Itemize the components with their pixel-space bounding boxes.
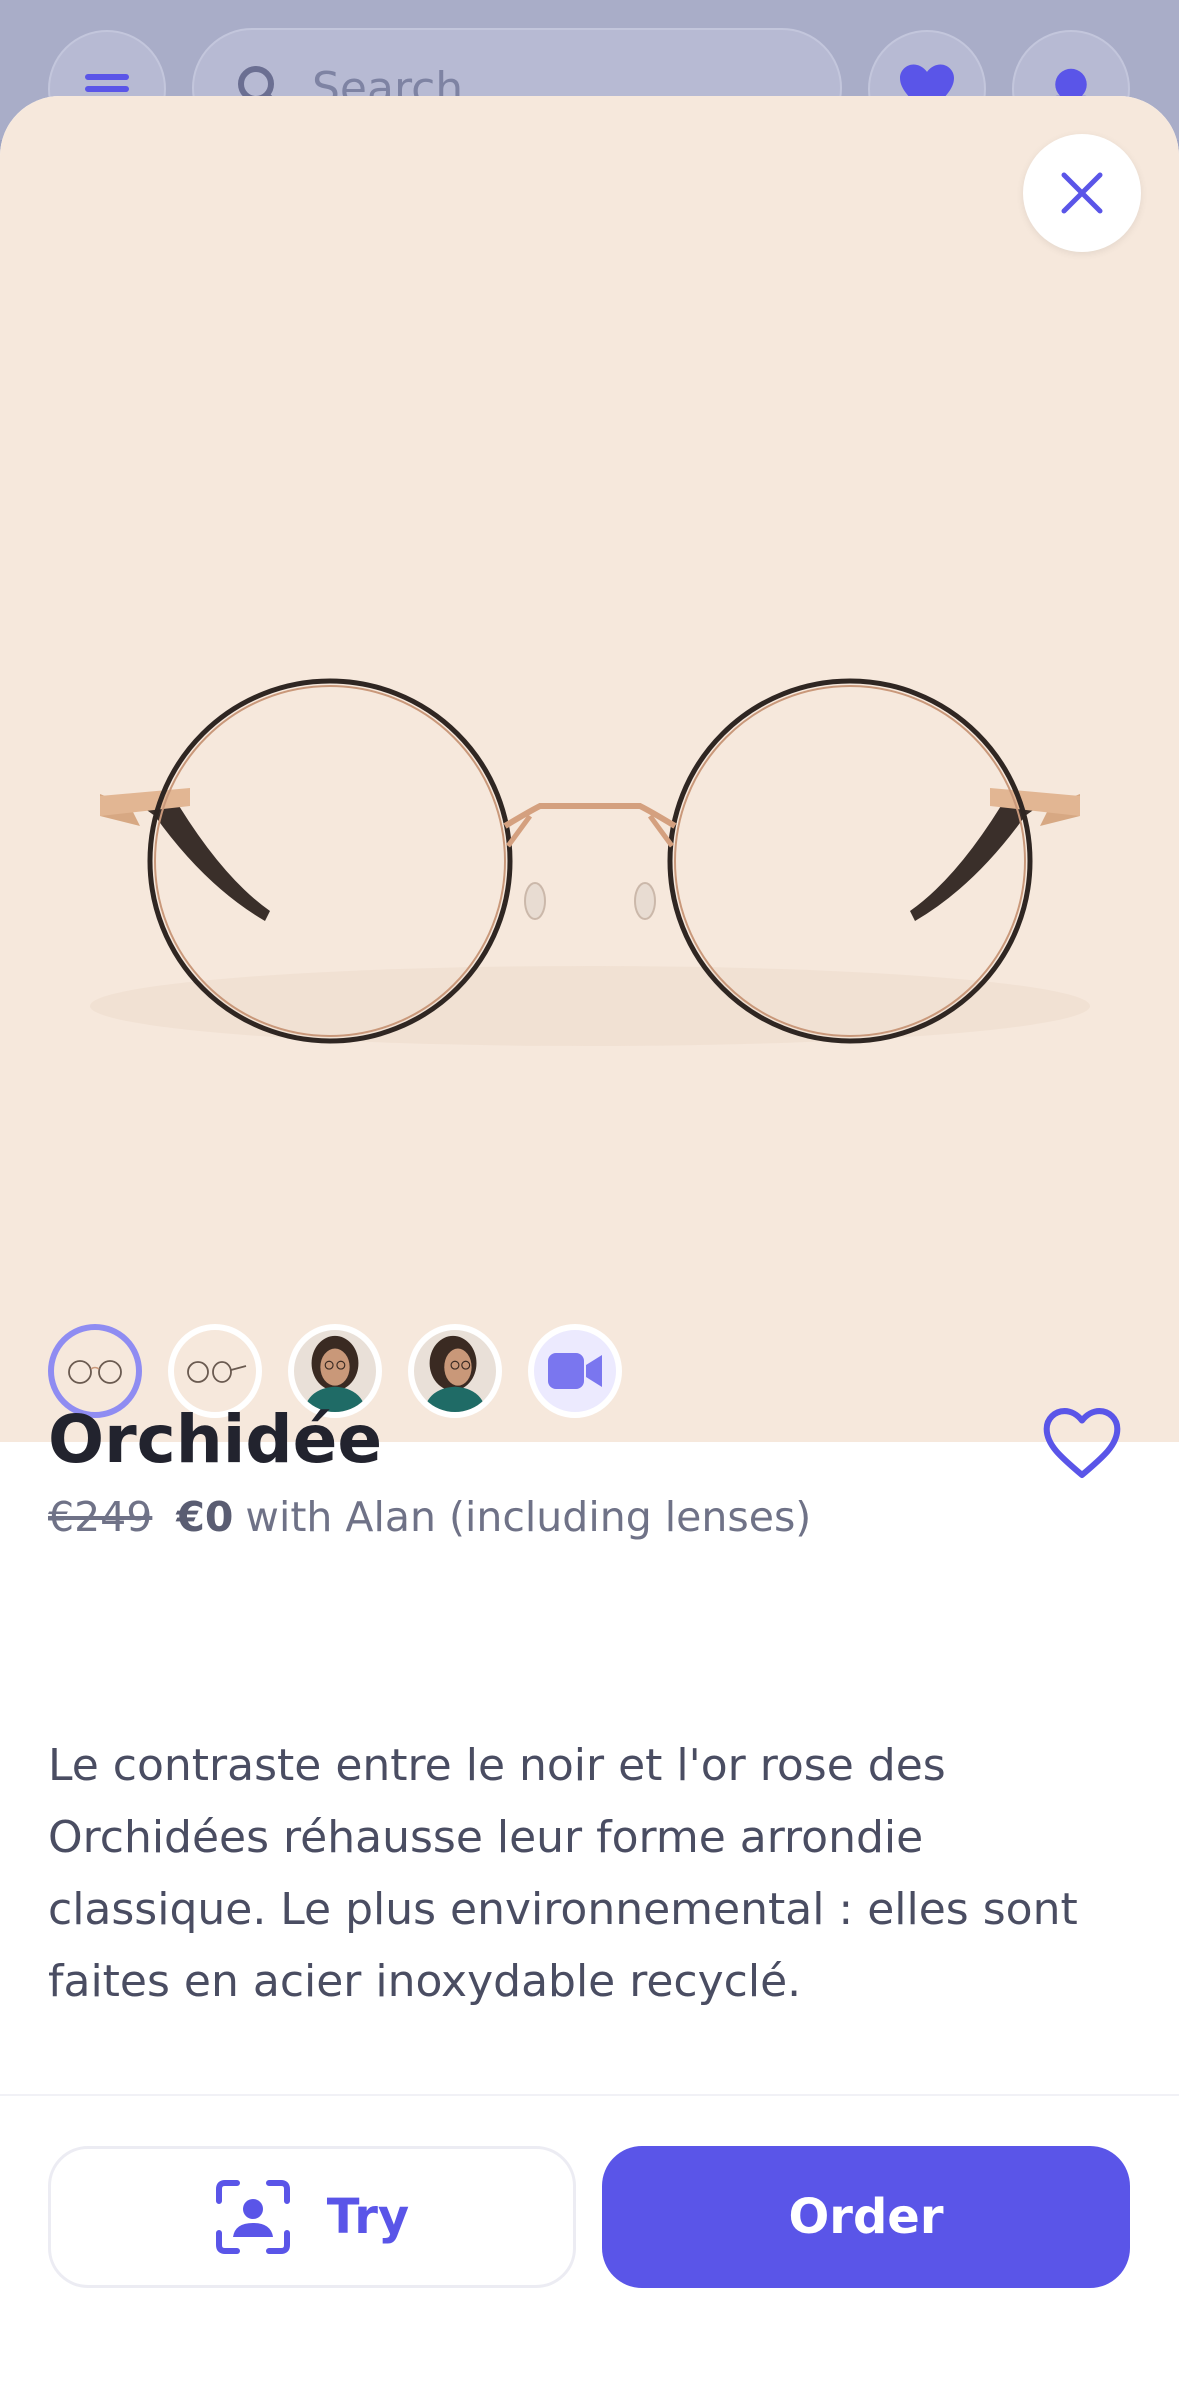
glasses-side-icon: [187, 1361, 247, 1383]
favorite-button[interactable]: [1041, 1406, 1131, 1490]
product-description: Le contraste entre le noir et l'or rose …: [48, 1740, 1078, 2007]
close-icon: [1061, 172, 1103, 214]
face-scan-icon: [215, 2180, 290, 2254]
try-label: Try: [326, 2189, 410, 2245]
product-info: Orchidée €249 €0 with Alan (including lens…: [48, 1400, 1131, 1544]
product-hero-image: [0, 96, 1179, 1442]
order-label: Order: [788, 2189, 944, 2245]
old-price: €249: [48, 1493, 153, 1541]
product-title: Orchidée: [48, 1401, 383, 1478]
glasses-front-icon: [68, 1360, 122, 1384]
try-button[interactable]: Try: [48, 2146, 576, 2288]
order-button[interactable]: Order: [602, 2146, 1130, 2288]
glasses-image: [90, 678, 1090, 1046]
action-footer: Try Order: [0, 2094, 1179, 2396]
price-note: with Alan (including lenses): [245, 1493, 812, 1541]
price-row: €249 €0 with Alan (including lenses): [48, 1490, 1131, 1544]
heart-outline-icon: [1043, 1408, 1121, 1478]
close-button[interactable]: [1023, 134, 1141, 252]
current-price: €0: [176, 1493, 234, 1541]
product-sheet: Orchidée €249 €0 with Alan (including lens…: [0, 96, 1179, 2396]
video-camera-icon: [548, 1353, 602, 1389]
